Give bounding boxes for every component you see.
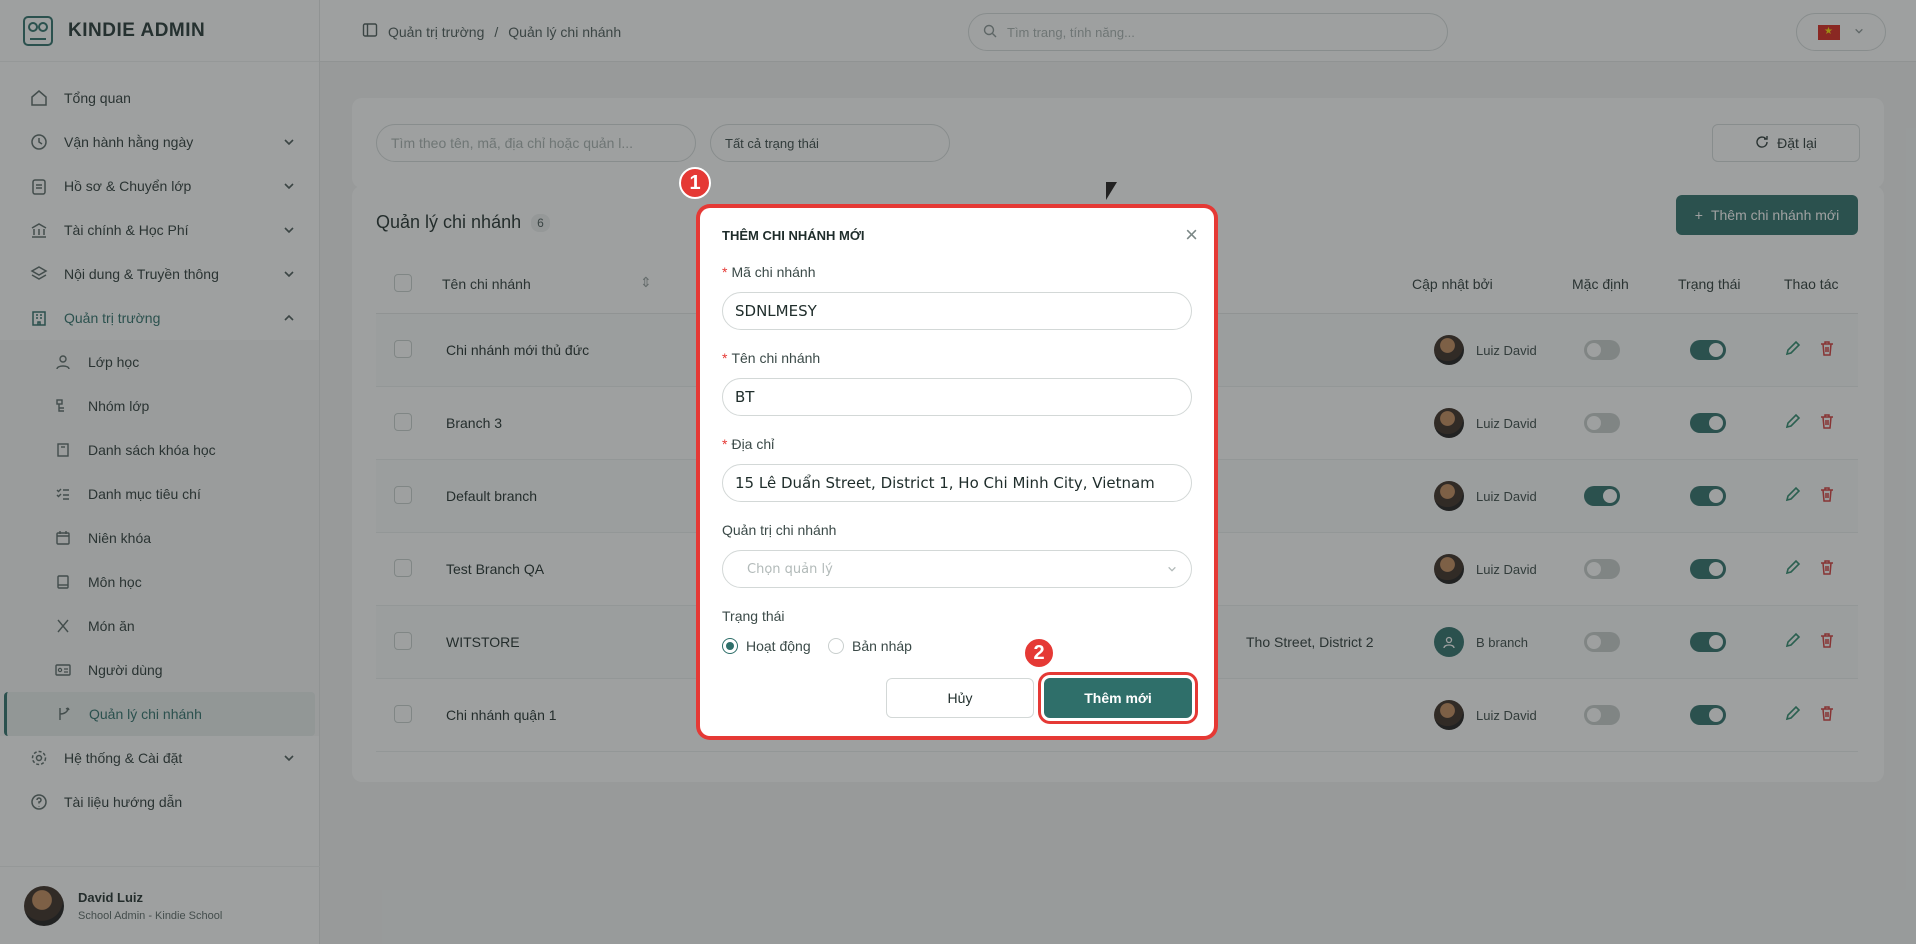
branch-address-value: 15 Lê Duẩn Street, District 1, Ho Chi Mi…: [735, 474, 1155, 492]
radio-label: Bản nháp: [852, 638, 912, 654]
address-label: * Địa chỉ: [722, 436, 775, 452]
name-label: * Tên chi nhánh: [722, 350, 821, 366]
step-marker-2: 2: [1023, 637, 1055, 669]
add-branch-modal: THÊM CHI NHÁNH MỚI × * Mã chi nhánh SDNLM…: [700, 208, 1214, 736]
manager-label: Quản trị chi nhánh: [722, 522, 837, 538]
branch-name-value: BT: [735, 388, 755, 406]
code-label: * Mã chi nhánh: [722, 264, 816, 280]
close-icon[interactable]: ×: [1185, 222, 1198, 248]
status-radio-draft[interactable]: Bản nháp: [828, 638, 912, 654]
manager-select[interactable]: Chọn quản lý: [722, 550, 1192, 588]
code-label-text: Mã chi nhánh: [731, 264, 816, 280]
status-radio-active[interactable]: Hoạt động: [722, 638, 811, 654]
address-label-text: Địa chỉ: [731, 436, 775, 452]
branch-name-input[interactable]: BT: [722, 378, 1192, 416]
radio-button[interactable]: [722, 638, 738, 654]
radio-label: Hoạt động: [746, 638, 811, 654]
branch-code-input[interactable]: SDNLMESY: [722, 292, 1192, 330]
modal-title: THÊM CHI NHÁNH MỚI: [722, 228, 865, 243]
chevron-down-icon: [1167, 563, 1177, 578]
branch-address-input[interactable]: 15 Lê Duẩn Street, District 1, Ho Chi Mi…: [722, 464, 1192, 502]
cancel-button[interactable]: Hủy: [886, 678, 1034, 718]
branch-code-value: SDNLMESY: [735, 302, 817, 320]
status-label: Trạng thái: [722, 608, 785, 624]
radio-button[interactable]: [828, 638, 844, 654]
mouse-cursor-icon: [1106, 182, 1117, 200]
submit-button[interactable]: Thêm mới: [1044, 678, 1192, 718]
manager-placeholder: Chọn quản lý: [747, 561, 833, 577]
step-marker-1: 1: [679, 167, 711, 199]
name-label-text: Tên chi nhánh: [731, 350, 821, 366]
